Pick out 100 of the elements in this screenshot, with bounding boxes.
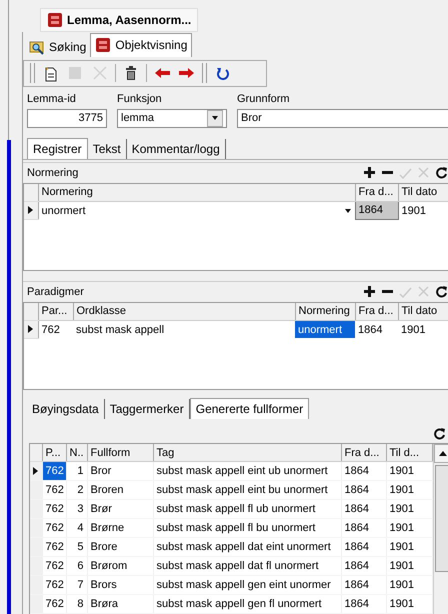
view-tab[interactable]: Søking <box>25 36 90 57</box>
column-header[interactable]: Til dato <box>398 184 448 202</box>
table-cell: 1901 <box>386 594 432 614</box>
table-cell: Brørom <box>87 556 153 576</box>
table-cell: 762 <box>42 480 66 500</box>
table-cell: 7 <box>66 576 87 594</box>
scroll-up-icon <box>438 450 448 457</box>
column-header[interactable]: Ordklasse <box>73 302 295 320</box>
column-header[interactable]: Par... <box>38 302 73 320</box>
table-cell: 1901 <box>386 500 432 518</box>
trash-icon[interactable] <box>123 65 139 82</box>
table-cell: 762 <box>42 500 66 518</box>
input-field[interactable]: Bror <box>237 108 448 128</box>
table-cell-text: unormert <box>42 204 87 217</box>
refresh-icon[interactable] <box>434 285 448 298</box>
tab[interactable]: Tekst <box>88 138 127 159</box>
table-cell: Bror <box>87 462 153 480</box>
table-cell: 1864 <box>341 500 386 518</box>
column-header[interactable]: Fra d... <box>355 302 398 320</box>
table-cell: 1864 <box>355 320 398 338</box>
arrow-left-icon[interactable] <box>154 67 170 80</box>
column-header[interactable]: Til d... <box>386 444 432 462</box>
record-icon <box>95 37 112 54</box>
table-cell: 762 <box>42 556 66 576</box>
table-cell: 8 <box>66 594 87 614</box>
input-field[interactable]: 3775 <box>27 108 107 128</box>
table-cell: subst mask appell gen fl unormert <box>153 594 341 614</box>
table-cell: 2 <box>66 480 87 500</box>
dropdown-caret-icon <box>211 115 219 122</box>
record-icon <box>47 12 63 28</box>
plus-icon[interactable] <box>362 285 376 298</box>
table-cell: subst mask appell gen eint unormer <box>153 576 341 594</box>
table-cell: 762 <box>42 576 66 594</box>
table-cell: subst mask appell dat fl unormert <box>153 556 341 576</box>
table-cell: 1901 <box>398 320 448 338</box>
column-header[interactable]: Normering <box>38 184 355 202</box>
column-header[interactable]: Tag <box>153 444 341 462</box>
tab[interactable]: Registrer <box>27 138 88 159</box>
table-cell: 1901 <box>386 576 432 594</box>
table-cell: subst mask appell eint bu unormert <box>153 480 341 500</box>
table-cell: 1901 <box>386 462 432 480</box>
table-cell: Broren <box>87 480 153 500</box>
table-cell: subst mask appell eint ub unormert <box>153 462 341 480</box>
table-cell: 6 <box>66 556 87 576</box>
table-cell: 1901 <box>386 556 432 576</box>
refresh-icon[interactable] <box>215 66 229 80</box>
table-cell: unormert <box>295 320 355 338</box>
table-cell: 5 <box>66 538 87 556</box>
table-cell: Brørne <box>87 518 153 538</box>
table-cell: 762 <box>42 538 66 556</box>
table-cell: Brøra <box>87 594 153 614</box>
table-cell: 762 <box>38 320 73 338</box>
grid-title: Normering <box>27 166 80 179</box>
document-tab-title: Lemma, Aasennorm... <box>67 13 192 27</box>
table-cell: 1864 <box>341 480 386 500</box>
table-cell: 1901 <box>398 201 448 220</box>
tab[interactable]: Genererte fullformer <box>190 398 310 419</box>
tab[interactable]: Kommentar/logg <box>126 138 226 159</box>
table-cell: 762 <box>42 462 66 480</box>
table-cell: 1864 <box>341 594 386 614</box>
table-cell: 4 <box>66 518 87 538</box>
field-label: Funksjon <box>117 92 163 105</box>
table-cell: 1864 <box>341 462 386 480</box>
table-cell: Brors <box>87 576 153 594</box>
table-cell: 1864 <box>355 201 398 220</box>
search-icon <box>29 38 45 55</box>
column-header[interactable]: Normering <box>295 302 355 320</box>
document-tab[interactable]: Lemma, Aasennorm... <box>40 8 198 32</box>
table-cell: 1 <box>66 462 87 480</box>
dropdown-field[interactable]: lemma <box>117 108 227 128</box>
column-header[interactable]: Fra d... <box>355 184 398 202</box>
table-cell: subst mask appell fl ub unormert <box>153 500 341 518</box>
table-cell: 1864 <box>341 576 386 594</box>
field-label: Grunnform <box>237 92 291 105</box>
table-cell: 1901 <box>386 480 432 500</box>
table-cell: 1864 <box>341 556 386 576</box>
tab[interactable]: Bøyingsdata <box>27 399 105 419</box>
table-cell: subst mask appell <box>73 320 295 338</box>
plus-icon[interactable] <box>362 166 376 180</box>
arrow-right-icon[interactable] <box>179 67 195 80</box>
grid-title: Paradigmer <box>27 286 85 298</box>
column-header[interactable]: P... <box>42 444 66 462</box>
table-cell: 3 <box>66 500 87 518</box>
scrollbar[interactable] <box>432 444 448 614</box>
table-cell: 1901 <box>386 538 432 556</box>
table-cell: Brør <box>87 500 153 518</box>
refresh-icon[interactable] <box>433 426 446 440</box>
column-header[interactable]: Til dato <box>398 302 448 320</box>
column-header[interactable]: N.. <box>66 444 87 462</box>
column-header[interactable]: Fullform <box>87 444 153 462</box>
table-cell: subst mask appell dat eint unormert <box>153 538 341 556</box>
field-label: Lemma-id <box>27 92 77 105</box>
table-cell: 1864 <box>341 518 386 538</box>
refresh-icon[interactable] <box>434 166 448 180</box>
table-cell: Brore <box>87 538 153 556</box>
table-cell: 1901 <box>386 518 432 538</box>
table-cell: 762 <box>42 594 66 614</box>
view-tab[interactable]: Objektvisning <box>90 32 192 57</box>
column-header[interactable]: Fra d... <box>341 444 386 462</box>
table-cell: subst mask appell fl bu unormert <box>153 518 341 538</box>
